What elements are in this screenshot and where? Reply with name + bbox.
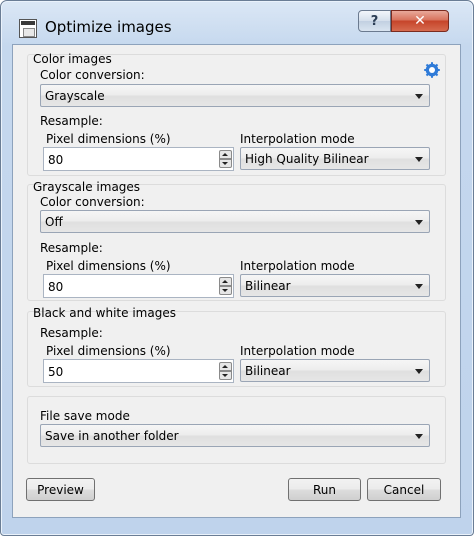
chevron-down-icon (415, 220, 423, 225)
color-pixel-dimensions-value: 80 (48, 153, 64, 167)
grayscale-pixel-dimensions-value: 80 (48, 280, 64, 294)
color-pixel-stepper[interactable] (219, 150, 232, 168)
file-save-mode-value: Save in another folder (45, 429, 179, 443)
grayscale-images-label: Grayscale images (33, 180, 141, 194)
grayscale-pixel-dimensions-input[interactable]: 80 (43, 274, 234, 298)
file-save-mode-select[interactable]: Save in another folder (40, 424, 430, 447)
chevron-down-icon (415, 434, 423, 439)
bw-pixel-stepper[interactable] (219, 362, 232, 380)
stepper-up-icon[interactable] (219, 150, 232, 159)
bw-interpolation-select[interactable]: Bilinear (240, 359, 430, 382)
bw-pixel-dimensions-label: Pixel dimensions (%) (46, 344, 171, 358)
chevron-down-icon (415, 369, 423, 374)
bw-resample-label: Resample: (40, 326, 103, 340)
grayscale-interpolation-label: Interpolation mode (240, 259, 355, 273)
color-pixel-dimensions-input[interactable]: 80 (43, 147, 234, 171)
close-button[interactable]: ✕ (391, 10, 449, 32)
window-title: Optimize images (45, 18, 172, 36)
color-conversion-label: Color conversion: (40, 68, 145, 82)
bw-interpolation-label: Interpolation mode (240, 344, 355, 358)
bw-images-label: Black and white images (33, 306, 176, 320)
grayscale-conversion-value: Off (45, 215, 63, 229)
grayscale-conversion-label: Color conversion: (40, 195, 145, 209)
color-conversion-select[interactable]: Grayscale (40, 84, 430, 107)
color-interpolation-value: High Quality Bilinear (245, 152, 369, 166)
stepper-down-icon[interactable] (219, 286, 232, 295)
app-icon (19, 19, 37, 38)
file-save-mode-label: File save mode (40, 409, 130, 423)
grayscale-interpolation-value: Bilinear (245, 279, 291, 293)
grayscale-pixel-dimensions-label: Pixel dimensions (%) (46, 259, 171, 273)
bw-interpolation-value: Bilinear (245, 364, 291, 378)
stepper-down-icon[interactable] (219, 159, 232, 168)
stepper-up-icon[interactable] (219, 277, 232, 286)
help-button[interactable]: ? (358, 10, 391, 32)
gear-icon[interactable] (424, 62, 440, 78)
color-resample-label: Resample: (40, 114, 103, 128)
color-images-label: Color images (33, 52, 112, 66)
stepper-up-icon[interactable] (219, 362, 232, 371)
grayscale-conversion-select[interactable]: Off (40, 210, 430, 233)
title-bar[interactable]: Optimize images ? ✕ (1, 1, 473, 43)
preview-button[interactable]: Preview (26, 478, 95, 501)
stepper-down-icon[interactable] (219, 371, 232, 380)
chevron-down-icon (415, 284, 423, 289)
cancel-button[interactable]: Cancel (367, 478, 441, 501)
run-button[interactable]: Run (288, 478, 361, 501)
color-conversion-value: Grayscale (45, 89, 105, 103)
grayscale-interpolation-select[interactable]: Bilinear (240, 274, 430, 297)
color-pixel-dimensions-label: Pixel dimensions (%) (46, 132, 171, 146)
bw-pixel-dimensions-input[interactable]: 50 (43, 359, 234, 383)
grayscale-resample-label: Resample: (40, 241, 103, 255)
color-interpolation-label: Interpolation mode (240, 132, 355, 146)
grayscale-pixel-stepper[interactable] (219, 277, 232, 295)
chevron-down-icon (415, 157, 423, 162)
bw-pixel-dimensions-value: 50 (48, 365, 64, 379)
color-interpolation-select[interactable]: High Quality Bilinear (240, 147, 430, 170)
chevron-down-icon (415, 94, 423, 99)
